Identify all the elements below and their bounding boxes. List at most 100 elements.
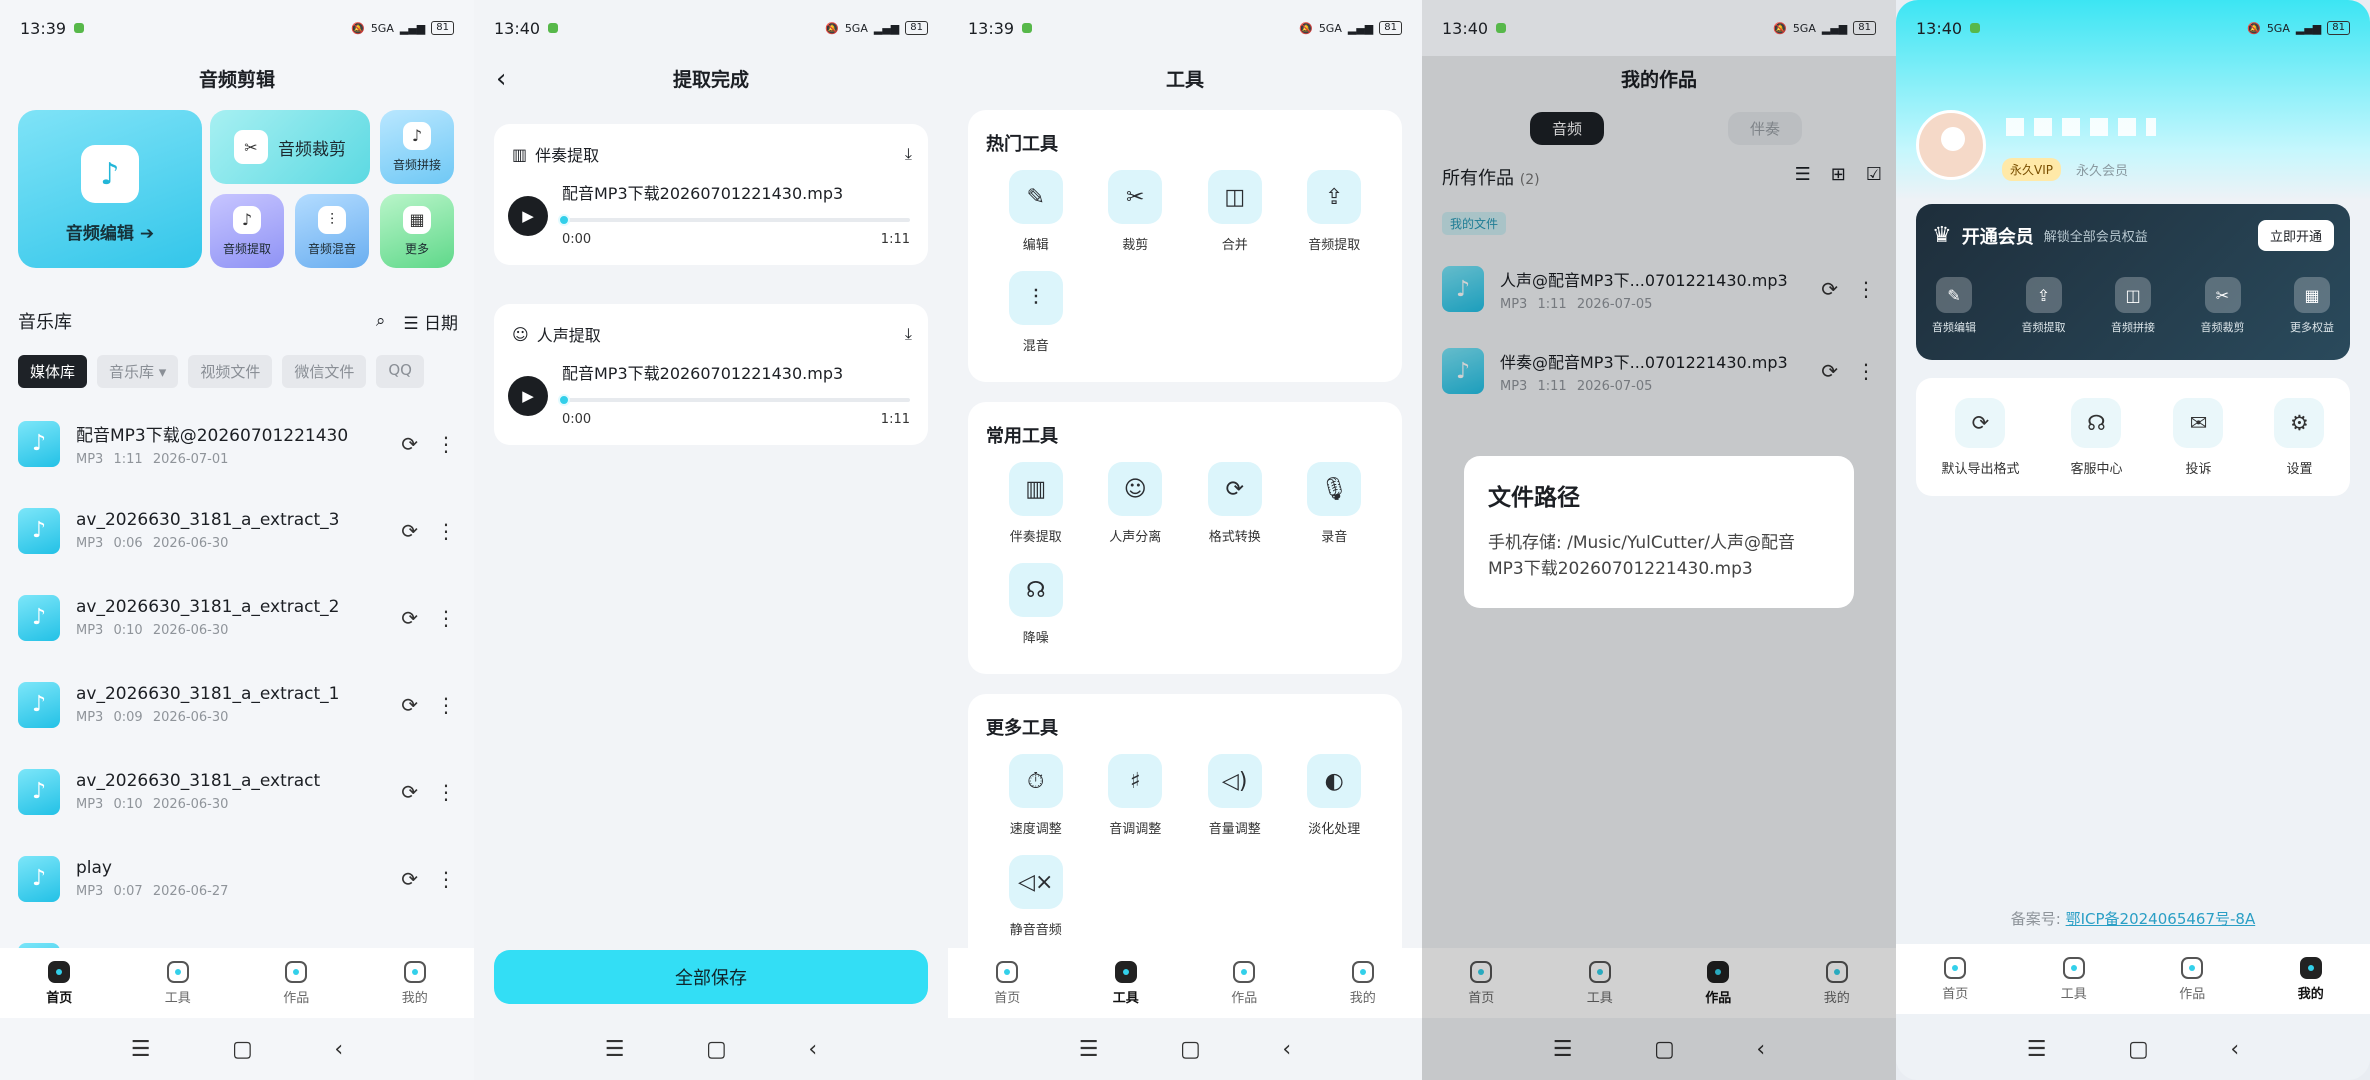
tab-works[interactable]: 作品 <box>1204 960 1284 1006</box>
sort-button[interactable]: ☰ 日期 <box>403 309 458 334</box>
tool-vocal-split[interactable]: ☺ 人声分离 <box>1086 462 1186 545</box>
edit-icon: ✎ <box>1008 170 1063 224</box>
menu-icon[interactable]: ☰ <box>131 1037 151 1062</box>
progress-slider[interactable] <box>558 214 910 226</box>
tool-edit[interactable]: ✎ 编辑 <box>986 170 1086 253</box>
audio-edit-card[interactable]: ♪ 音频编辑 ➔ <box>18 110 202 268</box>
more-icon[interactable]: ⋮ <box>436 606 456 630</box>
perk-more[interactable]: ▦ 更多权益 <box>2290 277 2334 335</box>
more-icon[interactable]: ⋮ <box>436 693 456 717</box>
chip-music[interactable]: 音乐库 ▾ <box>97 355 179 388</box>
signal-icon: ▂▄▆ <box>1821 21 1848 35</box>
perk-join[interactable]: ◫ 音频拼接 <box>2111 277 2155 335</box>
service-complaint[interactable]: ✉ 投诉 <box>2173 397 2224 477</box>
stopwatch-icon: ⏱ <box>1008 754 1063 808</box>
tab-home[interactable]: 首页 <box>1915 956 1995 1002</box>
chip-wechat[interactable]: 微信文件 <box>282 355 367 388</box>
tab-works[interactable]: 作品 <box>256 960 336 1006</box>
download-icon[interactable]: ⤓ <box>905 144 912 164</box>
tab-home[interactable]: 首页 <box>967 960 1047 1006</box>
back-nav-icon[interactable]: ‹ <box>334 1037 343 1062</box>
tab-mine[interactable]: 我的 <box>375 960 455 1006</box>
chip-qq[interactable]: QQ <box>376 355 424 388</box>
tab-tools[interactable]: 工具 <box>2034 956 2114 1002</box>
list-item[interactable]: ♪ av_2026630_3181_a_extract_1 MP3 0:09 202… <box>0 661 474 748</box>
perk-extract[interactable]: ⇪ 音频提取 <box>2022 277 2066 335</box>
tool-merge[interactable]: ◫ 合并 <box>1185 170 1285 253</box>
home-nav-icon[interactable]: ▢ <box>2128 1037 2149 1062</box>
back-arrow-icon[interactable]: ‹ <box>496 64 506 94</box>
audio-join-button[interactable]: ♪ 音频拼接 <box>380 110 454 184</box>
menu-icon[interactable]: ☰ <box>2027 1037 2047 1062</box>
list-item[interactable]: ♪ av_2026630_3181_a_extract_2 MP3 0:10 202… <box>0 574 474 661</box>
convert-icon[interactable]: ⟳ <box>401 432 418 456</box>
file-meta: MP3 0:09 2026-06-30 <box>76 710 229 725</box>
list-item[interactable]: ♪aigc_head <box>0 922 474 948</box>
tool-speed[interactable]: ⏱ 速度调整 <box>986 754 1086 837</box>
convert-icon[interactable]: ⟳ <box>401 780 418 804</box>
chip-video[interactable]: 视频文件 <box>188 355 273 388</box>
download-icon[interactable]: ⤓ <box>905 324 912 344</box>
convert-icon[interactable]: ⟳ <box>401 693 418 717</box>
more-icon[interactable]: ⋮ <box>436 432 456 456</box>
tool-mute[interactable]: ◁× 静音音频 <box>986 855 1086 938</box>
service-settings[interactable]: ⚙ 设置 <box>2274 397 2325 477</box>
list-item[interactable]: ♪ av_2026630_3181_a_extract MP3 0:10 2026-… <box>0 748 474 835</box>
more-icon[interactable]: ⋮ <box>436 867 456 891</box>
home-nav-icon[interactable]: ▢ <box>706 1037 727 1062</box>
home-nav-icon[interactable]: ▢ <box>232 1037 253 1062</box>
tool-mix[interactable]: ⫶ 混音 <box>986 271 1086 354</box>
more-icon[interactable]: ⋮ <box>436 519 456 543</box>
progress-slider[interactable] <box>558 394 910 406</box>
more-tools-button[interactable]: ▦ 更多 <box>380 194 454 268</box>
service-export-format[interactable]: ⟳ 默认导出格式 <box>1941 397 2020 477</box>
play-button[interactable]: ▶ <box>508 376 548 416</box>
convert-icon[interactable]: ⟳ <box>401 606 418 630</box>
search-icon[interactable]: ⌕ <box>376 311 386 331</box>
back-nav-icon[interactable]: ‹ <box>2230 1037 2239 1062</box>
back-nav-icon[interactable]: ‹ <box>808 1037 817 1062</box>
tab-mine[interactable]: 我的 <box>1323 960 1403 1006</box>
tool-convert[interactable]: ⟳ 格式转换 <box>1185 462 1285 545</box>
list-item[interactable]: ♪ av_2026630_3181_a_extract_3 MP3 0:06 202… <box>0 487 474 574</box>
home-nav-icon[interactable]: ▢ <box>1180 1037 1201 1062</box>
tool-extract[interactable]: ⇪ 音频提取 <box>1285 170 1385 253</box>
avatar[interactable] <box>1916 110 1986 180</box>
perk-edit[interactable]: ✎ 音频编辑 <box>1932 277 1976 335</box>
signal-icon: ▂▄▆ <box>2295 21 2322 35</box>
slider-knob[interactable] <box>558 214 570 226</box>
tab-mine[interactable]: 我的 <box>2271 956 2351 1002</box>
open-vip-button[interactable]: 立即开通 <box>2257 220 2334 251</box>
tool-volume[interactable]: ◁) 音量调整 <box>1185 754 1285 837</box>
tab-tools[interactable]: 工具 <box>138 960 218 1006</box>
back-nav-icon[interactable]: ‹ <box>1282 1037 1291 1062</box>
vip-card-desc: 解锁全部会员权益 <box>2043 230 2148 245</box>
chip-media[interactable]: 媒体库 <box>18 355 88 388</box>
audio-mix-button[interactable]: ⫶ 音频混音 <box>295 194 369 268</box>
save-all-button[interactable]: 全部保存 <box>494 950 928 1004</box>
service-support[interactable]: ☊ 客服中心 <box>2070 397 2123 477</box>
convert-icon[interactable]: ⟳ <box>401 867 418 891</box>
more-icon[interactable]: ⋮ <box>436 780 456 804</box>
list-item[interactable]: ♪ 配音MP3下载@20260701221430 MP3 1:11 2026-07-… <box>0 400 474 487</box>
tool-fade[interactable]: ◐ 淡化处理 <box>1285 754 1385 837</box>
list-item[interactable]: ♪ play MP3 0:07 2026-06-27 ⟳ ⋮ <box>0 835 474 922</box>
tab-home[interactable]: 首页 <box>19 960 99 1006</box>
tool-pitch[interactable]: ♯ 音调调整 <box>1086 754 1186 837</box>
tool-denoise[interactable]: ☊ 降噪 <box>986 563 1086 646</box>
perk-cut[interactable]: ✂ 音频裁剪 <box>2201 277 2245 335</box>
tool-accompaniment[interactable]: ▥ 伴奏提取 <box>986 462 1086 545</box>
convert-icon[interactable]: ⟳ <box>401 519 418 543</box>
menu-icon[interactable]: ☰ <box>1079 1037 1099 1062</box>
menu-icon[interactable]: ☰ <box>605 1037 625 1062</box>
tab-works[interactable]: 作品 <box>2152 956 2232 1002</box>
play-button[interactable]: ▶ <box>508 196 548 236</box>
tool-record[interactable]: 🎙 录音 <box>1285 462 1385 545</box>
tab-tools[interactable]: 工具 <box>1086 960 1166 1006</box>
tool-cut[interactable]: ✂ 裁剪 <box>1086 170 1186 253</box>
audio-extract-button[interactable]: ♪ 音频提取 <box>210 194 284 268</box>
export-icon: ⟳ <box>1955 397 2006 448</box>
icp-link[interactable]: 鄂ICP备2024065467号-8A <box>2066 910 2256 928</box>
audio-cut-button[interactable]: ✂ 音频裁剪 <box>210 110 370 184</box>
slider-knob[interactable] <box>558 394 570 406</box>
